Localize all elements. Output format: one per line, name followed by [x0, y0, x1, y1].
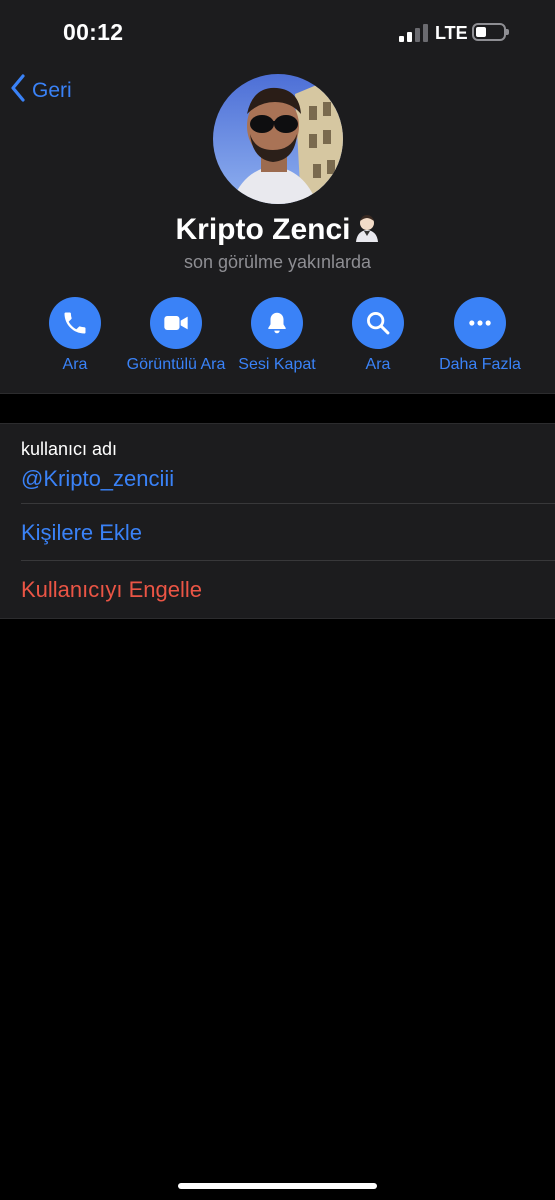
add-contact-button[interactable]: Kişilere Ekle [21, 520, 142, 546]
back-button[interactable]: Geri [10, 74, 72, 107]
bell-icon [251, 297, 303, 349]
more-label: Daha Fazla [439, 356, 521, 373]
more-button[interactable]: Daha Fazla [415, 297, 545, 374]
profile-avatar[interactable] [213, 74, 343, 204]
network-type: LTE [435, 23, 468, 43]
username-label: kullanıcı adı [21, 439, 118, 459]
profile-name-row: Kripto Zenci [0, 213, 555, 247]
more-dots-icon [454, 297, 506, 349]
battery-low-icon [472, 23, 509, 41]
username-value[interactable]: @Kripto_zenciii [21, 466, 174, 492]
status-time: 00:12 [63, 19, 124, 45]
back-label: Geri [32, 78, 72, 102]
signal-bars-icon [399, 24, 429, 42]
person-emoji-icon [354, 214, 380, 247]
home-indicator[interactable] [178, 1183, 377, 1189]
chevron-left-icon [10, 74, 26, 107]
search-icon [352, 297, 404, 349]
last-seen-status: son görülme yakınlarda [183, 252, 372, 272]
divider [21, 560, 555, 561]
profile-name: Kripto Zenci [175, 213, 351, 246]
phone-icon [49, 297, 101, 349]
divider [21, 503, 555, 504]
username-row[interactable]: kullanıcı adı @Kripto_zenciii [21, 439, 174, 492]
profile-header: 00:12 LTE Geri Kripto Zenci son görülme … [0, 0, 555, 394]
block-user-button[interactable]: Kullanıcıyı Engelle [21, 577, 202, 603]
video-camera-icon [150, 297, 202, 349]
info-list: kullanıcı adı @Kripto_zenciii Kişilere E… [0, 423, 555, 619]
